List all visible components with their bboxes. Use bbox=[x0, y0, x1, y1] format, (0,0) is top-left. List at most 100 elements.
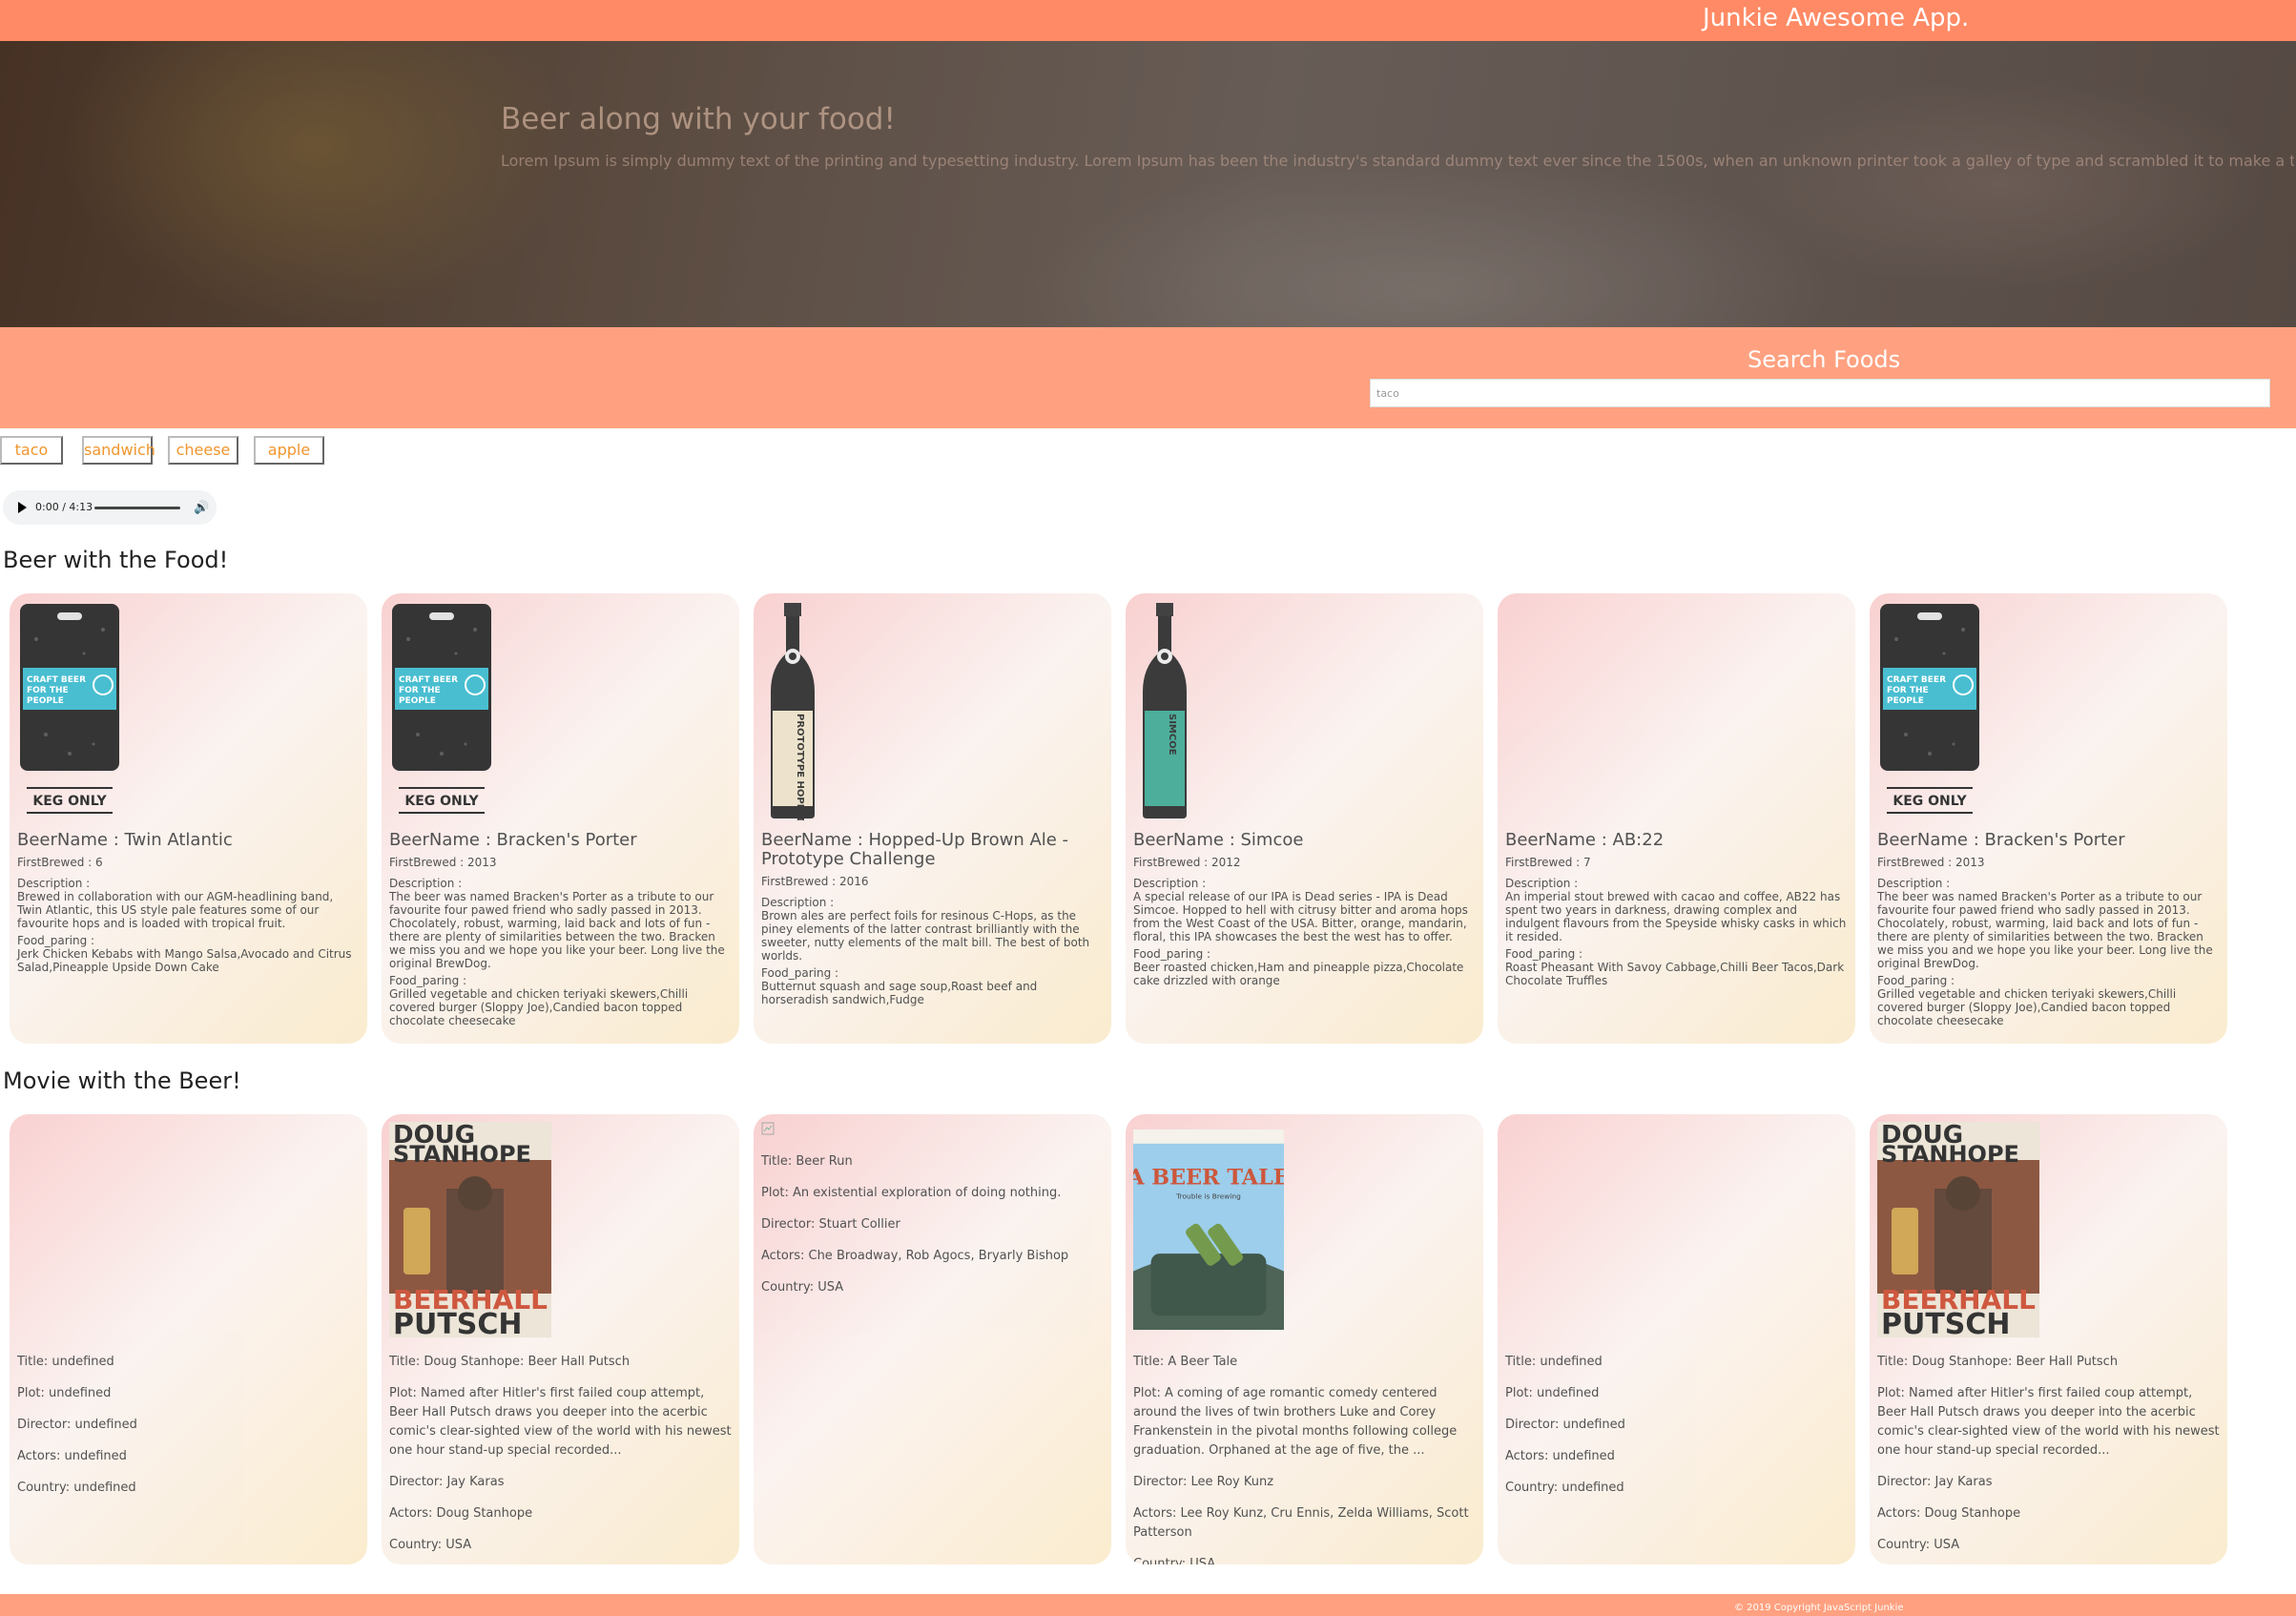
movie-director: Director: Jay Karas bbox=[1877, 1475, 1993, 1489]
keg-image: CRAFT BEER FOR THE PEOPLE KEG ONLY bbox=[20, 604, 119, 814]
beer-description: The beer was named Bracken's Porter as a… bbox=[389, 890, 725, 970]
movie-director: Director: Jay Karas bbox=[389, 1475, 505, 1489]
movie-section-title: Movie with the Beer! bbox=[3, 1067, 241, 1094]
first-brewed: FirstBrewed : 6 bbox=[17, 856, 103, 869]
movie-director: Director: undefined bbox=[1505, 1418, 1625, 1432]
description-label: Description : bbox=[17, 877, 91, 890]
movie-actors: Actors: Che Broadway, Rob Agocs, Bryarly… bbox=[761, 1249, 1069, 1263]
movie-title: Title: Beer Run bbox=[761, 1154, 853, 1169]
movie-details: Title: undefined Plot: undefined Directo… bbox=[1505, 1353, 1851, 1510]
movie-title: Title: Doug Stanhope: Beer Hall Putsch bbox=[389, 1355, 631, 1369]
bottle-label-text: PROTOTYPE HOPPED-UP BROWN ALE bbox=[795, 714, 805, 820]
movie-country: Country: undefined bbox=[17, 1481, 136, 1495]
food-pairing-label: Food_paring : bbox=[17, 934, 95, 947]
movie-card: DOUG STANHOPE BEERHALL PUTSCH Title: Dou… bbox=[382, 1114, 739, 1564]
movie-title: Title: Doug Stanhope: Beer Hall Putsch bbox=[1877, 1355, 2119, 1369]
beer-description: Brown ales are perfect foils for resinou… bbox=[761, 909, 1090, 963]
keg-label-line2: FOR THE bbox=[1887, 686, 1929, 695]
food-pairing-label: Food_paring : bbox=[1505, 947, 1583, 961]
svg-text:STANHOPE: STANHOPE bbox=[1881, 1141, 2019, 1168]
movie-details: Title: Beer Run Plot: An existential exp… bbox=[761, 1152, 1107, 1310]
beer-name: BeerName : Twin Atlantic bbox=[17, 830, 233, 850]
movie-plot: Plot: undefined bbox=[17, 1386, 112, 1400]
movie-plot: Plot: Named after Hitler's first failed … bbox=[1877, 1386, 2220, 1458]
keg-only-label: KEG ONLY bbox=[404, 794, 479, 809]
movie-country: Country: undefined bbox=[1505, 1481, 1624, 1495]
beer-description: Brewed in collaboration with our AGM-hea… bbox=[17, 890, 334, 930]
first-brewed: FirstBrewed : 2013 bbox=[1877, 856, 1985, 869]
keg-only-label: KEG ONLY bbox=[1893, 794, 1967, 809]
beer-description: The beer was named Bracken's Porter as a… bbox=[1877, 890, 2213, 970]
first-brewed: FirstBrewed : 2012 bbox=[1133, 856, 1241, 869]
movie-details: Title: Doug Stanhope: Beer Hall Putsch P… bbox=[1877, 1353, 2223, 1564]
footer-text: © 2019 Copyright JavaScript Junkie bbox=[1734, 1603, 1904, 1613]
chip-sandwich[interactable]: sandwich bbox=[82, 436, 155, 465]
keg-label-line1: CRAFT BEER bbox=[399, 675, 458, 685]
audio-player[interactable]: 0:00 / 4:13 🔊 bbox=[3, 490, 217, 525]
keg-label-line1: CRAFT BEER bbox=[1887, 675, 1946, 685]
svg-text:STANHOPE: STANHOPE bbox=[393, 1141, 531, 1168]
bottle-image: SIMCOE bbox=[1143, 603, 1187, 818]
description-label: Description : bbox=[389, 877, 463, 890]
movie-title: Title: A Beer Tale bbox=[1133, 1355, 1238, 1369]
movie-poster: DOUG STANHOPE BEERHALL PUTSCH bbox=[1877, 1122, 2039, 1337]
beer-section-title: Beer with the Food! bbox=[3, 547, 229, 573]
description-label: Description : bbox=[1505, 877, 1579, 890]
beer-card: SIMCOE BeerName : Simcoe FirstBrewed : 2… bbox=[1126, 593, 1483, 1044]
description-label: Description : bbox=[761, 896, 835, 909]
audio-progress-slider[interactable] bbox=[94, 507, 180, 509]
movie-card: DOUG STANHOPE BEERHALL PUTSCH Title: Dou… bbox=[1870, 1114, 2227, 1564]
keg-label-line1: CRAFT BEER bbox=[27, 675, 86, 685]
keg-image: CRAFT BEER FOR THE PEOPLE KEG ONLY bbox=[1880, 604, 1979, 814]
chip-cheese[interactable]: cheese bbox=[168, 436, 238, 465]
keg-label-line3: PEOPLE bbox=[27, 696, 64, 706]
hero-heading: Beer along with your food! bbox=[501, 102, 896, 136]
beer-info: FirstBrewed : 6 Description : Brewed in … bbox=[17, 856, 361, 974]
keg-only-label: KEG ONLY bbox=[32, 794, 107, 809]
beer-info: FirstBrewed : 7 Description : An imperia… bbox=[1505, 856, 1849, 987]
food-pairing-label: Food_paring : bbox=[389, 974, 467, 987]
svg-text:PUTSCH: PUTSCH bbox=[393, 1308, 523, 1337]
movie-country: Country: USA bbox=[1133, 1557, 1216, 1564]
movie-card: Title: undefined Plot: undefined Directo… bbox=[10, 1114, 367, 1564]
beer-card: CRAFT BEER FOR THE PEOPLE KEG ONLY BeerN… bbox=[10, 593, 367, 1044]
movie-details: Title: Doug Stanhope: Beer Hall Putsch P… bbox=[389, 1353, 734, 1564]
hero-text: Lorem Ipsum is simply dummy text of the … bbox=[501, 152, 2294, 170]
food-pairing-label: Food_paring : bbox=[1133, 947, 1211, 961]
beer-name: BeerName : AB:22 bbox=[1505, 830, 1665, 850]
search-input[interactable] bbox=[1370, 379, 2270, 407]
movie-actors: Actors: Lee Roy Kunz, Cru Ennis, Zelda W… bbox=[1133, 1506, 1469, 1540]
volume-icon[interactable]: 🔊 bbox=[194, 501, 209, 515]
top-bar: Junkie Awesome App. bbox=[0, 0, 2296, 41]
beer-name: BeerName : Bracken's Porter bbox=[1877, 830, 2125, 850]
movie-country: Country: USA bbox=[1877, 1538, 1960, 1552]
movie-actors: Actors: Doug Stanhope bbox=[1877, 1506, 2021, 1521]
movie-director: Director: undefined bbox=[17, 1418, 137, 1432]
food-pairing: Grilled vegetable and chicken teriyaki s… bbox=[1877, 987, 2177, 1027]
play-icon[interactable] bbox=[18, 502, 27, 513]
broken-image-icon bbox=[761, 1122, 775, 1135]
movie-country: Country: USA bbox=[761, 1280, 844, 1295]
beer-name: BeerName : Simcoe bbox=[1133, 830, 1304, 850]
movie-actors: Actors: Doug Stanhope bbox=[389, 1506, 533, 1521]
beer-description: An imperial stout brewed with cacao and … bbox=[1505, 890, 1847, 943]
beer-card: CRAFT BEER FOR THE PEOPLE KEG ONLY BeerN… bbox=[382, 593, 739, 1044]
svg-text:Trouble is Brewing: Trouble is Brewing bbox=[1175, 1191, 1241, 1200]
first-brewed: FirstBrewed : 7 bbox=[1505, 856, 1591, 869]
chip-apple[interactable]: apple bbox=[254, 436, 324, 465]
movie-actors: Actors: undefined bbox=[17, 1449, 127, 1463]
movie-poster: A BEER TALE Trouble is Brewing bbox=[1133, 1129, 1284, 1331]
beer-name: BeerName : Bracken's Porter bbox=[389, 830, 637, 850]
description-label: Description : bbox=[1133, 877, 1207, 890]
movie-country: Country: USA bbox=[389, 1538, 472, 1552]
movie-poster: DOUG STANHOPE BEERHALL PUTSCH bbox=[389, 1122, 551, 1337]
keg-label-line3: PEOPLE bbox=[399, 696, 436, 706]
search-section: Search Foods bbox=[0, 327, 2296, 428]
beer-name: BeerName : Hopped-Up Brown Ale - Prototy… bbox=[761, 830, 1069, 869]
hero-overlay bbox=[0, 41, 2296, 327]
app-title: Junkie Awesome App. bbox=[1703, 4, 1970, 32]
beer-info: FirstBrewed : 2013 Description : The bee… bbox=[1877, 856, 2221, 1027]
movie-plot: Plot: A coming of age romantic comedy ce… bbox=[1133, 1386, 1458, 1458]
first-brewed: FirstBrewed : 2013 bbox=[389, 856, 497, 869]
chip-taco[interactable]: taco bbox=[0, 436, 63, 465]
